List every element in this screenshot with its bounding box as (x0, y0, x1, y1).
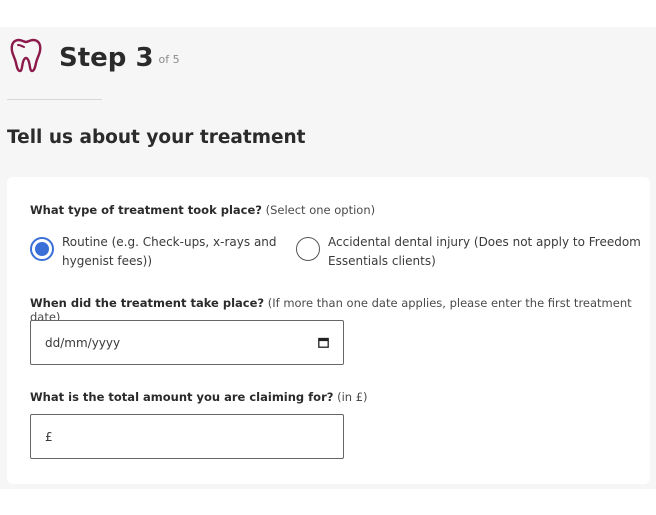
radio-accidental[interactable] (296, 237, 320, 261)
header-divider (7, 99, 102, 100)
radio-routine-label-line2: hygenist fees)) (62, 254, 153, 268)
section-heading: Tell us about your treatment (7, 127, 306, 148)
radio-accidental-label-line1: Accidental dental injury (Does not apply… (328, 235, 641, 249)
treatment-type-hint: (Select one option) (265, 203, 376, 217)
tooth-icon (10, 38, 42, 73)
radio-option-routine[interactable]: Routine (e.g. Check-ups, x-rays and hyge… (30, 233, 277, 271)
step-header: Step 3 of 5 (9, 37, 180, 73)
treatment-date-placeholder: dd/mm/yyyy (45, 335, 121, 350)
treatment-date-label: When did the treatment take place? (30, 296, 265, 310)
amount-value: £ (45, 429, 53, 444)
treatment-type-label: What type of treatment took place? (30, 203, 262, 217)
amount-input[interactable]: £ (30, 414, 344, 459)
amount-hint: (in £) (337, 390, 368, 404)
amount-question: What is the total amount you are claimin… (30, 390, 368, 404)
radio-accidental-label: Accidental dental injury (Does not apply… (328, 233, 641, 271)
amount-label: What is the total amount you are claimin… (30, 390, 334, 404)
step-title: Step 3 (59, 43, 154, 73)
radio-routine[interactable] (30, 237, 54, 261)
treatment-form-card: What type of treatment took place? (Sele… (7, 177, 650, 484)
treatment-date-input[interactable]: dd/mm/yyyy (30, 320, 344, 365)
step-total: of 5 (158, 53, 180, 66)
radio-routine-label: Routine (e.g. Check-ups, x-rays and hyge… (62, 233, 277, 271)
calendar-icon[interactable] (318, 337, 329, 348)
radio-routine-label-line1: Routine (e.g. Check-ups, x-rays and (62, 235, 277, 249)
radio-option-accidental[interactable]: Accidental dental injury (Does not apply… (296, 233, 641, 271)
radio-accidental-label-line2: Essentials clients) (328, 254, 436, 268)
treatment-type-question: What type of treatment took place? (Sele… (30, 203, 375, 217)
